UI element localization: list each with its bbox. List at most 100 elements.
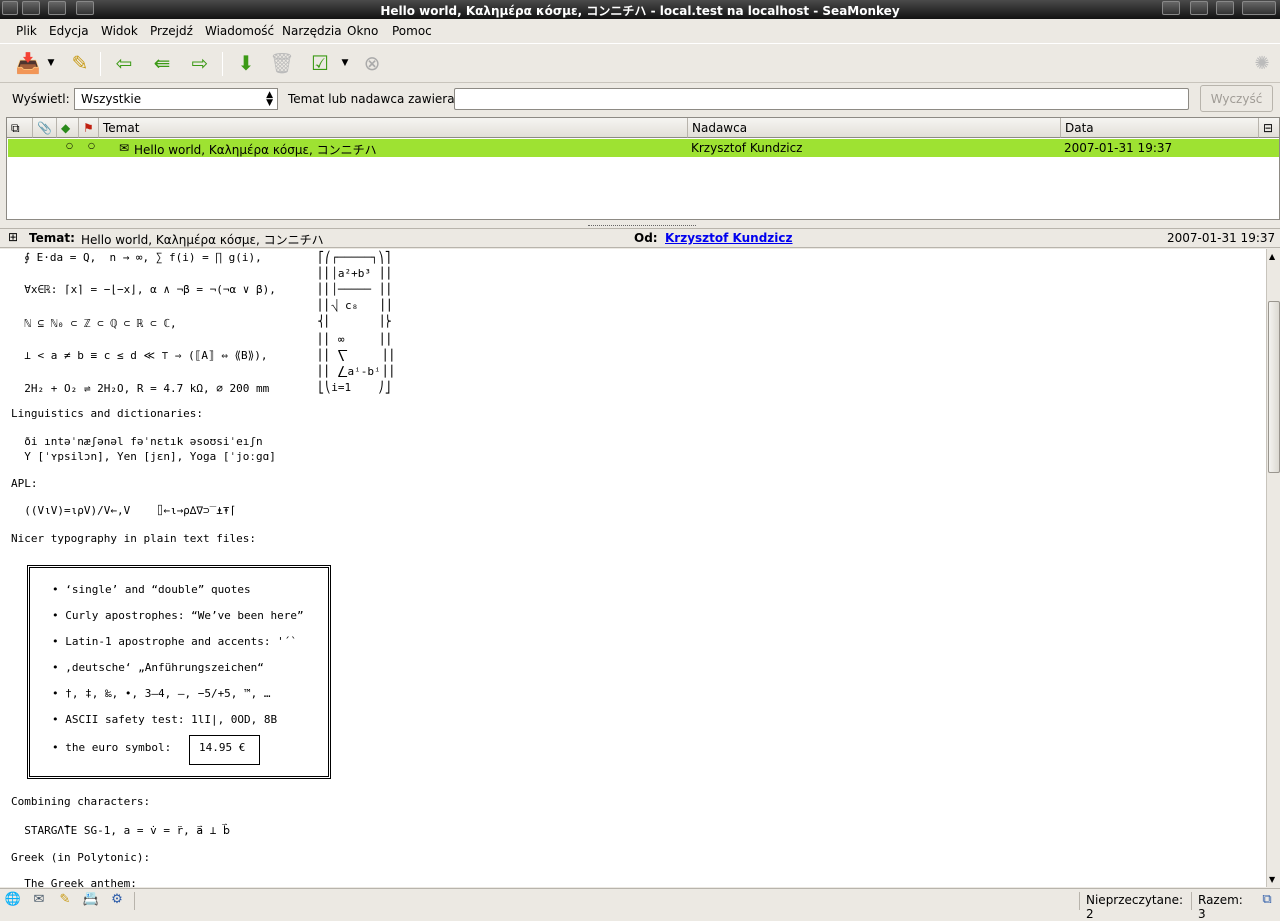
toolbar-separator <box>222 52 223 76</box>
section-heading: Nicer typography in plain text files: <box>11 532 257 545</box>
math-line: ⎢⎜⎷ c₈ ⎟⎥ <box>318 299 392 312</box>
window-title: Hello world, Καλημέρα κόσμε, コンニチハ - loc… <box>380 4 900 18</box>
search-label: Temat lub nadawca zawiera: <box>288 92 459 106</box>
reply-all-icon[interactable]: ⇚ <box>148 49 176 77</box>
flag-dot-icon: ○ <box>88 141 95 150</box>
maximize-button[interactable] <box>1216 1 1234 15</box>
body-line: ∮ E⋅da = Q, n → ∞, ∑ f(i) = ∏ g(i), <box>11 251 262 264</box>
euro-value: 14.95 € <box>199 741 246 754</box>
from-link[interactable]: Krzysztof Kundzicz <box>665 231 793 245</box>
message-scrollbar[interactable]: ▲ ▼ <box>1266 249 1280 887</box>
box-item: • the euro symbol: <box>52 741 172 754</box>
scroll-up-icon[interactable]: ▲ <box>1269 252 1275 261</box>
menu-go[interactable]: Przejdź <box>150 24 193 38</box>
header-subject: Hello world, Καλημέρα κόσμε, コンニチハ <box>81 233 324 247</box>
body-line: Y [ˈʏpsilɔn], Yen [jɛn], Yoga [ˈjoːgɑ] <box>11 450 276 463</box>
math-line: ⎢⎜ ∞ ⎟⎥ <box>318 333 391 346</box>
box-item: • ‚deutsche‘ „Anführungszeichen“ <box>52 661 264 674</box>
view-select-value: Wszystkie <box>81 92 142 106</box>
search-input[interactable] <box>454 88 1189 110</box>
irc-icon[interactable]: ⚙ <box>108 892 126 909</box>
message-icon: ✉ <box>119 141 130 155</box>
status-text <box>134 892 1079 910</box>
unread-count: Nieprzeczytane: 2 <box>1079 892 1191 921</box>
address-book-icon[interactable]: 📇 <box>82 892 100 909</box>
thread-pane: ⧉ 📎 ◆ ⚑ Temat Nadawca Data ⊟ ○ ○ ✉ Hello… <box>6 117 1280 220</box>
menu-message[interactable]: Wiadomość <box>205 24 274 38</box>
menu-help[interactable]: Pomoc <box>392 24 432 38</box>
expand-header-icon[interactable]: ⊞ <box>8 230 18 244</box>
composer-icon[interactable]: ✎ <box>56 892 74 909</box>
menu-view[interactable]: Widok <box>101 24 138 38</box>
select-arrows-icon: ▲ ▼ <box>266 90 273 108</box>
date-column-header[interactable]: Data <box>1061 118 1259 138</box>
get-mail-dropdown-icon[interactable]: ▼ <box>44 49 58 77</box>
attachment-column-icon[interactable]: 📎 <box>33 118 57 138</box>
math-line: ⎢⎜ ⎳aⁱ-bⁱ⎟⎥ <box>318 365 394 378</box>
view-select[interactable]: Wszystkie ▲ ▼ <box>74 88 278 110</box>
math-line: ⎨⎜ ⎟⎬ <box>318 315 391 328</box>
from-label: Od: <box>634 231 658 245</box>
main-toolbar: 📥 ▼ ✎ ⇦ ⇚ ⇨ ⬇ 🗑 ☑ ▼ ⊗ ✺ <box>0 43 1280 83</box>
title-bar: Hello world, Καλημέρα κόσμε, コンニチハ - loc… <box>0 0 1280 19</box>
menu-tools[interactable]: Narzędzia <box>282 24 342 38</box>
thread-column-icon[interactable]: ⧉ <box>7 118 33 138</box>
menu-window[interactable]: Okno <box>347 24 378 38</box>
message-body: ∮ E⋅da = Q, n → ∞, ∑ f(i) = ∏ g(i), ∀x∈ℝ… <box>0 249 1266 887</box>
body-line: The Greek anthem: <box>11 877 137 887</box>
next-icon[interactable]: ⬇ <box>232 49 260 77</box>
message-row[interactable]: ○ ○ ✉ Hello world, Καλημέρα κόσμε, コンニチハ… <box>8 139 1279 157</box>
menu-bar: Plik Edycja Widok Przejdź Wiadomość Narz… <box>0 21 1280 43</box>
scroll-thumb[interactable] <box>1268 301 1280 473</box>
box-item: • Latin-1 apostrophe and accents: '´` <box>52 635 298 648</box>
get-mail-icon[interactable]: 📥 <box>14 49 42 77</box>
view-label: Wyświetl: <box>12 92 70 106</box>
body-line: 2H₂ + O₂ ⇌ 2H₂O, R = 4.7 kΩ, ⌀ 200 mm <box>11 382 270 395</box>
splitter-grip[interactable] <box>588 220 696 226</box>
message-subject: Hello world, Καλημέρα κόσμε, コンニチハ <box>134 143 377 157</box>
header-date: 2007-01-31 19:37 <box>1167 231 1276 245</box>
body-line: ði ıntəˈnæʃənəl fəˈnɛtık əsoʊsiˈeıʃn <box>11 435 263 448</box>
message-date: 2007-01-31 19:37 <box>1064 141 1173 155</box>
mail-icon[interactable]: ✉ <box>30 892 48 909</box>
section-heading: Combining characters: <box>11 795 151 808</box>
column-picker-icon[interactable]: ⊟ <box>1259 118 1279 138</box>
math-line: ⎡⎛┌─────┐⎞⎤ <box>318 251 391 264</box>
pane-splitter[interactable] <box>0 220 1280 228</box>
flag-column-icon[interactable]: ⚑ <box>79 118 99 138</box>
stop-icon[interactable]: ⊗ <box>358 49 386 77</box>
reply-icon[interactable]: ⇦ <box>110 49 138 77</box>
mark-icon[interactable]: ☑ <box>306 49 334 77</box>
compose-icon[interactable]: ✎ <box>66 49 94 77</box>
clear-button[interactable]: Wyczyść <box>1200 85 1273 112</box>
math-line: ⎢⎜│a²+b³ ⎟⎥ <box>318 267 391 280</box>
body-line: ∀x∈ℝ: ⌈x⌉ = −⌊−x⌋, α ∧ ¬β = ¬(¬α ∨ β), <box>11 283 276 296</box>
section-heading: Greek (in Polytonic): <box>11 851 151 864</box>
forward-icon[interactable]: ⇨ <box>186 49 214 77</box>
menu-file[interactable]: Plik <box>16 24 37 38</box>
section-heading: Linguistics and dictionaries: <box>11 407 204 420</box>
iconify-button[interactable] <box>1190 1 1208 15</box>
mark-dropdown-icon[interactable]: ▼ <box>338 49 352 77</box>
online-status-icon[interactable]: ⧉ <box>1258 892 1276 909</box>
body-line: STARGΛ̊TE SG-1, a = v̇ = r̈, a⃑ ⊥ b⃑ <box>11 824 231 837</box>
section-heading: APL: <box>11 477 38 490</box>
toolbar-separator <box>100 52 101 76</box>
delete-icon[interactable]: 🗑 <box>268 49 296 77</box>
read-column-icon[interactable]: ◆ <box>57 118 79 138</box>
minimize-button[interactable] <box>1162 1 1180 15</box>
scroll-down-icon[interactable]: ▼ <box>1269 875 1275 884</box>
menu-edit[interactable]: Edycja <box>49 24 89 38</box>
body-line: ℕ ⊆ ℕ₀ ⊂ ℤ ⊂ ℚ ⊂ ℝ ⊂ ℂ, <box>11 317 177 330</box>
subject-column-header[interactable]: Temat <box>99 118 688 138</box>
browser-icon[interactable]: 🌐 <box>4 892 22 909</box>
status-bar: 🌐 ✉ ✎ 📇 ⚙ Nieprzeczytane: 2 Razem: 3 ⧉ <box>0 888 1280 921</box>
box-item: • ASCII safety test: 1lI|, 0OD, 8B <box>52 713 278 726</box>
close-button[interactable] <box>1242 1 1276 15</box>
body-line: ⊥ < a ≠ b ≡ c ≤ d ≪ ⊤ ⇒ (⟦A⟧ ⇔ ⟪B⟫), <box>11 349 268 362</box>
read-dot-icon: ○ <box>66 141 73 150</box>
box-item: • ‘single’ and “double” quotes <box>52 583 251 596</box>
math-line: ⎢⎜ ⎲ ⎟⎥ <box>318 349 394 362</box>
throbber-icon: ✺ <box>1254 52 1270 74</box>
sender-column-header[interactable]: Nadawca <box>688 118 1061 138</box>
